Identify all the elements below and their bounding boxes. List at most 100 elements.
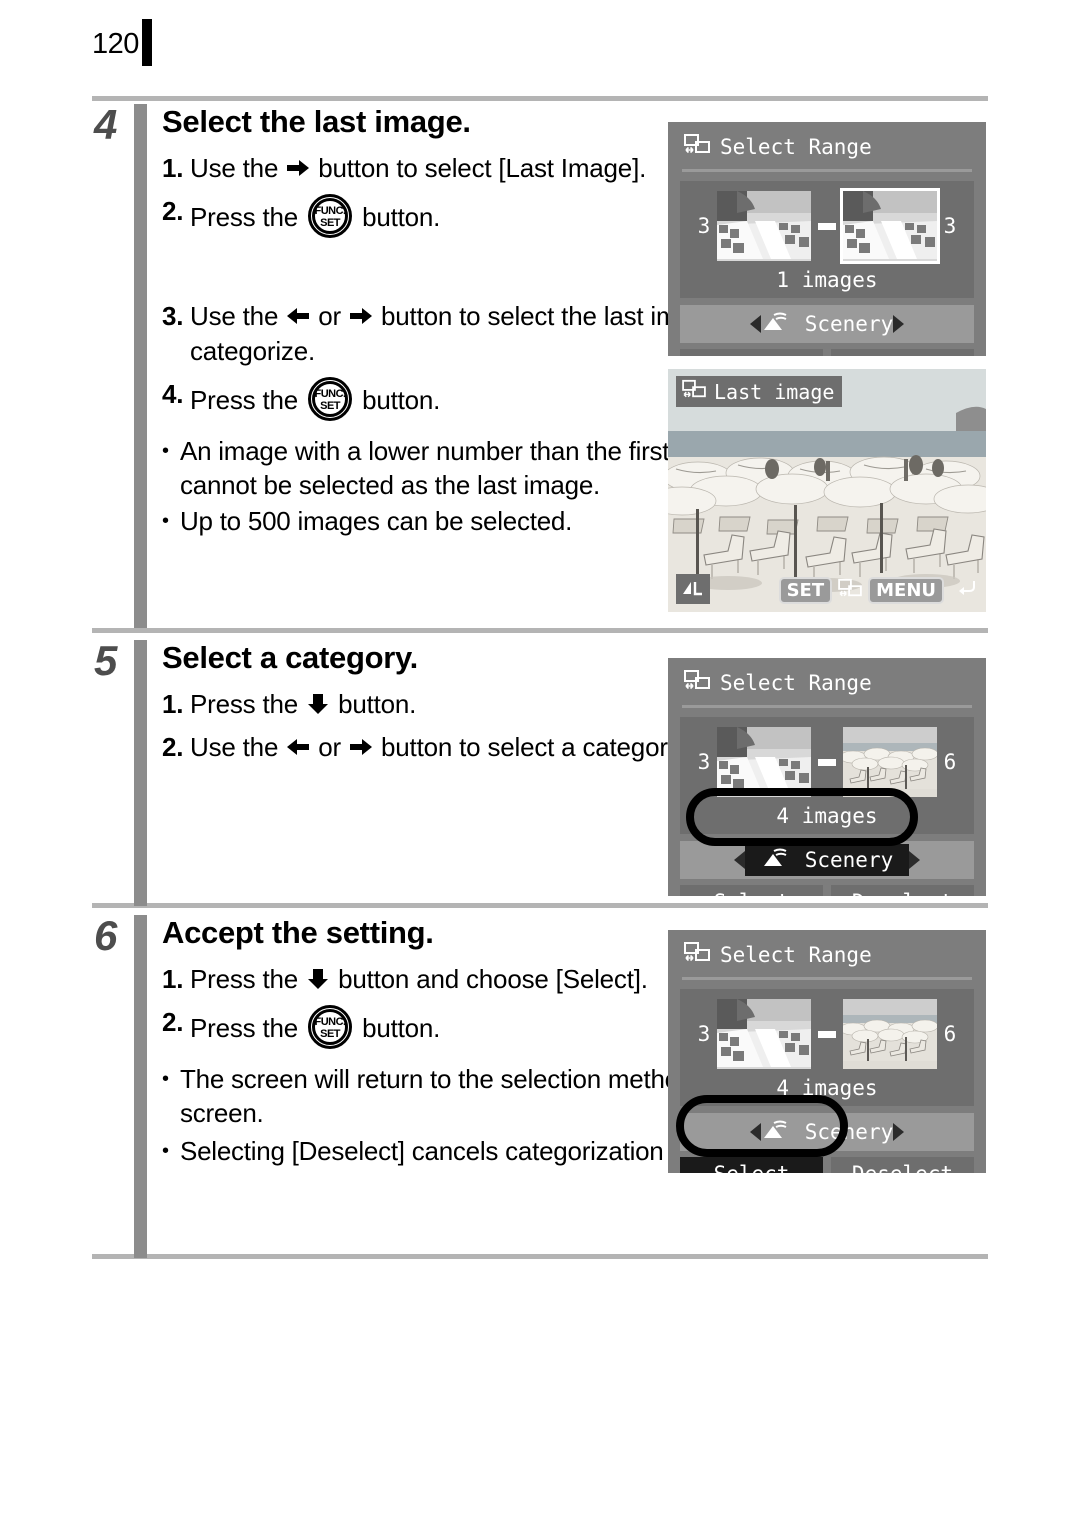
- category-selector[interactable]: Scenery: [680, 305, 974, 343]
- right-triangle-icon[interactable]: [909, 851, 921, 869]
- deselect-button[interactable]: Deselect: [831, 349, 974, 356]
- lcd-screen-select-range-1: Select Range 3 3 1 images Scenery: [668, 122, 986, 356]
- item-number: 3.: [162, 301, 184, 332]
- scenery-icon: [761, 1119, 791, 1145]
- category-selector[interactable]: Scenery: [680, 841, 974, 879]
- first-image-number: 3: [697, 214, 711, 238]
- thumbnail-row: 3: [680, 191, 974, 261]
- category-value-group: Scenery: [744, 844, 910, 876]
- thumbnail-panel: 3: [680, 181, 974, 298]
- lcd-title-bar: Select Range: [668, 658, 986, 696]
- step-4-bar: [134, 104, 147, 628]
- lcd-title-bar: Select Range: [668, 930, 986, 968]
- right-arrow-icon: [348, 305, 374, 327]
- action-buttons: Select Deselect: [680, 1157, 974, 1173]
- last-image-number: 3: [943, 214, 957, 238]
- action-buttons: Select Deselect: [680, 885, 974, 896]
- lcd-screen-last-image: Last image SET MENU: [668, 369, 986, 612]
- select-button[interactable]: Select: [680, 885, 823, 896]
- category-selector[interactable]: Scenery: [680, 1113, 974, 1151]
- separator-rule-step6: [92, 903, 988, 908]
- item-number: 2.: [162, 732, 184, 763]
- image-count: 4 images: [776, 804, 878, 828]
- bullet-icon: •: [162, 509, 169, 532]
- down-arrow-icon: [305, 968, 331, 990]
- lcd-title-bar: Select Range: [668, 122, 986, 160]
- first-image-thumbnail: [717, 727, 811, 797]
- first-image-number: 3: [697, 750, 711, 774]
- deselect-button[interactable]: Deselect: [831, 1157, 974, 1173]
- left-triangle-icon[interactable]: [733, 851, 745, 869]
- category-name: Scenery: [804, 312, 894, 336]
- lcd-title-text: Select Range: [720, 942, 872, 967]
- separator-rule-step5: [92, 628, 988, 633]
- step-5-number: 5: [94, 637, 117, 684]
- select-range-icon: [684, 133, 710, 160]
- step-6-bar: [134, 915, 147, 1258]
- select-range-icon: [682, 379, 706, 404]
- set-badge: SET: [778, 577, 833, 604]
- right-triangle-icon[interactable]: [893, 315, 905, 333]
- step-6-number: 6: [94, 912, 117, 959]
- item-number: 1.: [162, 963, 184, 994]
- first-image-thumbnail: [717, 999, 811, 1069]
- category-value-group: Scenery: [761, 1119, 894, 1145]
- func-set-button-icon: FUNC. SET: [308, 377, 353, 422]
- title-underline: [682, 169, 972, 172]
- thumbnail-panel: 3: [680, 717, 974, 834]
- range-dash: [818, 1030, 836, 1038]
- image-count: 4 images: [776, 1076, 878, 1100]
- select-button[interactable]: Select: [680, 349, 823, 356]
- category-value-group: Scenery: [761, 311, 894, 337]
- thumbnail-row: 3: [680, 727, 974, 797]
- lcd-screen-select-range-2: Select Range 3 6 4 images Scenery: [668, 658, 986, 896]
- last-image-label-text: Last image: [714, 379, 835, 404]
- item-number: 4.: [162, 379, 184, 410]
- first-image-thumbnail: [717, 191, 811, 261]
- right-triangle-icon[interactable]: [893, 1123, 905, 1141]
- page-number-bar: [141, 19, 152, 66]
- manual-page: 120 4 Select the last image. 1. Use the …: [0, 0, 1080, 1521]
- action-buttons: Select Deselect: [680, 349, 974, 356]
- separator-rule-top: [92, 96, 988, 101]
- scenery-icon: [761, 311, 791, 337]
- select-button[interactable]: Select: [680, 1157, 823, 1173]
- scenery-icon: [761, 847, 791, 873]
- separator-rule-bottom: [92, 1254, 988, 1259]
- first-image-number: 3: [697, 1022, 711, 1046]
- left-arrow-icon: [285, 305, 311, 327]
- last-image-thumbnail: [843, 727, 937, 797]
- right-arrow-icon: [285, 157, 311, 179]
- func-set-button-icon: FUNC. SET: [308, 1005, 353, 1050]
- item-number: 1.: [162, 688, 184, 719]
- last-image-thumbnail: [843, 191, 937, 261]
- func-set-button-icon: FUNC. SET: [308, 194, 353, 239]
- step-5-bar: [134, 640, 147, 906]
- category-name: Scenery: [804, 1120, 894, 1144]
- left-arrow-icon: [285, 736, 311, 758]
- last-image-label: Last image: [676, 376, 843, 407]
- bullet-icon: •: [162, 1139, 169, 1162]
- last-image-thumbnail: [843, 999, 937, 1069]
- item-number: 2.: [162, 196, 184, 227]
- deselect-button[interactable]: Deselect: [831, 885, 974, 896]
- menu-badge: MENU: [868, 577, 944, 604]
- thumbnail-row: 3: [680, 999, 974, 1069]
- category-name: Scenery: [804, 848, 894, 872]
- lcd-title-text: Select Range: [720, 134, 872, 159]
- title-underline: [682, 705, 972, 708]
- last-image-number: 6: [943, 1022, 957, 1046]
- step-4-number: 4: [94, 101, 117, 148]
- bullet-icon: •: [162, 1068, 169, 1091]
- select-range-icon: [838, 578, 862, 603]
- large-fine-quality-icon: [676, 574, 710, 604]
- range-dash: [818, 222, 836, 230]
- photo-footer: SET MENU: [778, 577, 978, 604]
- bullet-icon: •: [162, 440, 169, 463]
- item-number: 1.: [162, 152, 184, 183]
- down-arrow-icon: [305, 693, 331, 715]
- select-range-icon: [684, 669, 710, 696]
- select-range-icon: [684, 941, 710, 968]
- left-triangle-icon[interactable]: [749, 315, 761, 333]
- left-triangle-icon[interactable]: [749, 1123, 761, 1141]
